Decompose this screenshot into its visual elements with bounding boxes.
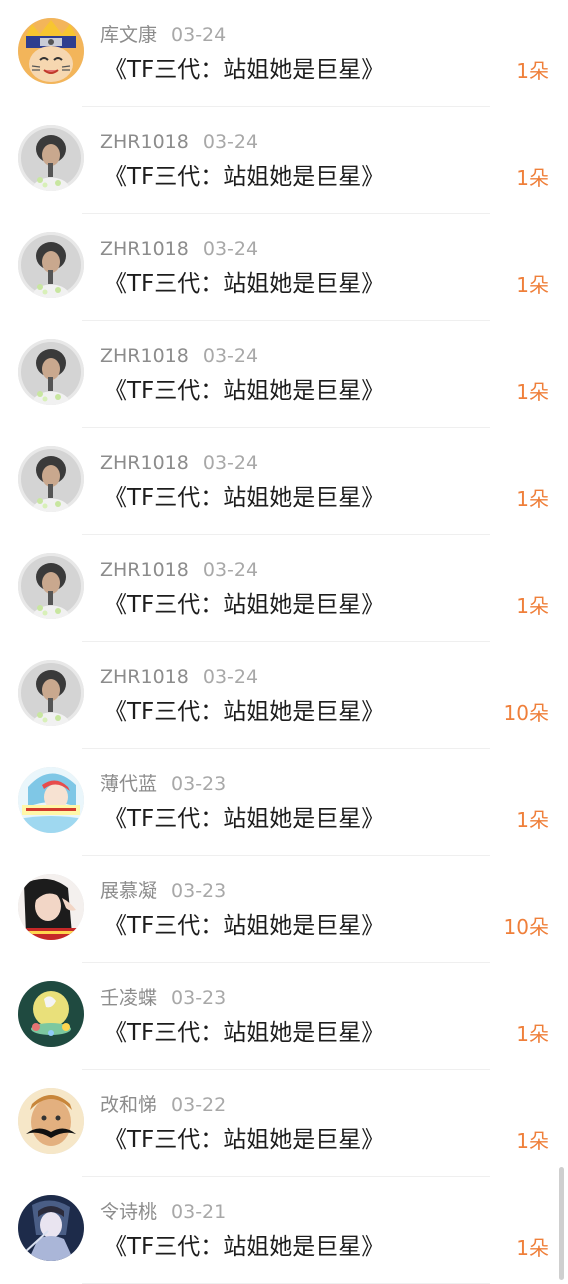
- avatar-mustache-man[interactable]: [18, 1088, 84, 1154]
- date: 03-23: [171, 987, 227, 1009]
- list-item[interactable]: ZHR1018 03-24 《TF三代：站姐她是巨星》 1朵: [0, 107, 568, 214]
- avatar-moon-green[interactable]: [18, 981, 84, 1047]
- meta-line: 壬凌蝶 03-23: [100, 985, 226, 1011]
- date: 03-21: [171, 1201, 227, 1223]
- meta-line: ZHR1018 03-24: [100, 343, 258, 369]
- book-title: 《TF三代：站姐她是巨星》: [104, 913, 385, 939]
- username: 薄代蓝: [100, 773, 158, 795]
- meta-line: 令诗桃 03-21: [100, 1199, 226, 1225]
- meta-line: 展慕凝 03-23: [100, 878, 226, 904]
- gift-amount: 1朵: [516, 808, 549, 832]
- gift-amount: 1朵: [516, 380, 549, 404]
- date: 03-23: [171, 880, 227, 902]
- list-item[interactable]: ZHR1018 03-24 《TF三代：站姐她是巨星》 1朵: [0, 535, 568, 642]
- username: ZHR1018: [100, 559, 189, 581]
- gift-amount: 1朵: [516, 166, 549, 190]
- date: 03-24: [171, 24, 227, 46]
- scrollbar[interactable]: [559, 1167, 564, 1280]
- date: 03-23: [171, 773, 227, 795]
- gift-amount: 10朵: [503, 701, 549, 725]
- avatar-portrait-dark[interactable]: [18, 339, 84, 405]
- meta-line: ZHR1018 03-24: [100, 129, 258, 155]
- avatar-portrait-dark[interactable]: [18, 125, 84, 191]
- username: 壬凌蝶: [100, 987, 158, 1009]
- list-item[interactable]: ZHR1018 03-24 《TF三代：站姐她是巨星》 1朵: [0, 428, 568, 535]
- avatar-naruto[interactable]: [18, 18, 84, 84]
- date: 03-24: [202, 666, 259, 688]
- date: 03-24: [202, 452, 259, 474]
- gift-amount: 1朵: [516, 594, 549, 618]
- date: 03-24: [202, 131, 259, 153]
- date: 03-24: [202, 238, 259, 260]
- username: ZHR1018: [100, 238, 189, 260]
- list-item[interactable]: 改和悌 03-22 《TF三代：站姐她是巨星》 1朵: [0, 1070, 568, 1177]
- book-title: 《TF三代：站姐她是巨星》: [104, 1020, 385, 1046]
- book-title: 《TF三代：站姐她是巨星》: [104, 1234, 385, 1260]
- avatar-anime-warrior[interactable]: [18, 1195, 84, 1261]
- list-item[interactable]: ZHR1018 03-24 《TF三代：站姐她是巨星》 10朵: [0, 642, 568, 749]
- gift-amount: 1朵: [516, 1129, 549, 1153]
- gift-amount: 1朵: [516, 487, 549, 511]
- list-item[interactable]: ZHR1018 03-24 《TF三代：站姐她是巨星》 1朵: [0, 321, 568, 428]
- list-item[interactable]: ZHR1018 03-24 《TF三代：站姐她是巨星》 1朵: [0, 214, 568, 321]
- avatar-portrait-dark[interactable]: [18, 660, 84, 726]
- book-title: 《TF三代：站姐她是巨星》: [104, 592, 385, 618]
- date: 03-24: [202, 345, 259, 367]
- gift-record-list: 库文康 03-24 《TF三代：站姐她是巨星》 1朵 ZHR1018 03-24 《…: [0, 0, 568, 1284]
- book-title: 《TF三代：站姐她是巨星》: [104, 378, 385, 404]
- avatar-girl-dark-hair[interactable]: [18, 874, 84, 940]
- meta-line: ZHR1018 03-24: [100, 236, 258, 262]
- username: ZHR1018: [100, 131, 189, 153]
- avatar-portrait-dark[interactable]: [18, 446, 84, 512]
- gift-amount: 1朵: [516, 59, 549, 83]
- username: ZHR1018: [100, 452, 189, 474]
- avatar-portrait-dark[interactable]: [18, 232, 84, 298]
- meta-line: ZHR1018 03-24: [100, 450, 258, 476]
- book-title: 《TF三代：站姐她是巨星》: [104, 57, 385, 83]
- gift-amount: 1朵: [516, 273, 549, 297]
- book-title: 《TF三代：站姐她是巨星》: [104, 806, 385, 832]
- list-item[interactable]: 令诗桃 03-21 《TF三代：站姐她是巨星》 1朵: [0, 1177, 568, 1284]
- book-title: 《TF三代：站姐她是巨星》: [104, 1127, 385, 1153]
- list-item[interactable]: 展慕凝 03-23 《TF三代：站姐她是巨星》 10朵: [0, 856, 568, 963]
- avatar-portrait-dark[interactable]: [18, 553, 84, 619]
- date: 03-24: [202, 559, 259, 581]
- meta-line: 薄代蓝 03-23: [100, 771, 226, 797]
- book-title: 《TF三代：站姐她是巨星》: [104, 485, 385, 511]
- list-item[interactable]: 库文康 03-24 《TF三代：站姐她是巨星》 1朵: [0, 0, 568, 107]
- book-title: 《TF三代：站姐她是巨星》: [104, 271, 385, 297]
- avatar-blue-anime[interactable]: [18, 767, 84, 833]
- meta-line: ZHR1018 03-24: [100, 664, 258, 690]
- username: 库文康: [100, 24, 158, 46]
- username: 改和悌: [100, 1094, 158, 1116]
- meta-line: 库文康 03-24: [100, 22, 226, 48]
- username: ZHR1018: [100, 345, 189, 367]
- meta-line: 改和悌 03-22: [100, 1092, 226, 1118]
- book-title: 《TF三代：站姐她是巨星》: [104, 164, 385, 190]
- gift-amount: 10朵: [503, 915, 549, 939]
- gift-amount: 1朵: [516, 1236, 549, 1260]
- gift-amount: 1朵: [516, 1022, 549, 1046]
- book-title: 《TF三代：站姐她是巨星》: [104, 699, 385, 725]
- list-item[interactable]: 壬凌蝶 03-23 《TF三代：站姐她是巨星》 1朵: [0, 963, 568, 1070]
- list-item[interactable]: 薄代蓝 03-23 《TF三代：站姐她是巨星》 1朵: [0, 749, 568, 856]
- username: 展慕凝: [100, 880, 158, 902]
- username: 令诗桃: [100, 1201, 158, 1223]
- username: ZHR1018: [100, 666, 189, 688]
- meta-line: ZHR1018 03-24: [100, 557, 258, 583]
- date: 03-22: [171, 1094, 227, 1116]
